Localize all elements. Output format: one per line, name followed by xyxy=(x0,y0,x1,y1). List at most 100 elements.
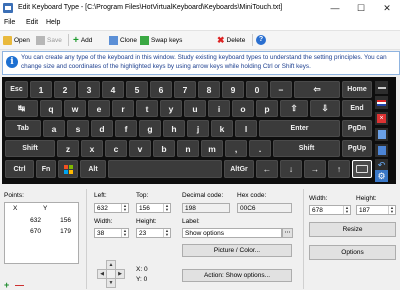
minimize-keyboard-button[interactable] xyxy=(375,81,388,94)
key-u[interactable]: u xyxy=(184,100,206,117)
key-9[interactable]: 9 xyxy=(222,81,244,98)
key-esc[interactable]: Esc xyxy=(5,81,28,98)
width-input[interactable]: 38 ▲ ▼ xyxy=(94,228,129,238)
key-altgr[interactable]: AltGr xyxy=(224,160,254,178)
key-comma[interactable]: , xyxy=(225,140,247,157)
key-pgup[interactable]: PgUp xyxy=(342,140,372,157)
key-c[interactable]: c xyxy=(105,140,127,157)
key-a[interactable]: a xyxy=(43,120,65,137)
spin-arrows-icon[interactable]: ▲ ▼ xyxy=(388,206,395,214)
resize-button[interactable]: Resize xyxy=(309,222,396,237)
add-button[interactable]: + Add xyxy=(73,34,92,46)
key-w[interactable]: w xyxy=(64,100,86,117)
key-minus[interactable]: − xyxy=(270,81,292,98)
left-input[interactable]: 632 ▲ ▼ xyxy=(94,203,129,213)
spin-arrows-icon[interactable]: ▲ ▼ xyxy=(343,206,350,214)
key-show-options[interactable] xyxy=(352,160,372,178)
key-e[interactable]: e xyxy=(88,100,110,117)
key-j[interactable]: j xyxy=(187,120,209,137)
move-right-icon[interactable]: ▶ xyxy=(115,269,125,279)
kbd-width-input[interactable]: 678 ▲ ▼ xyxy=(309,205,351,215)
key-3[interactable]: 3 xyxy=(78,81,100,98)
key-b[interactable]: b xyxy=(153,140,175,157)
minimize-icon[interactable]: — xyxy=(322,0,348,17)
key-s[interactable]: s xyxy=(67,120,89,137)
key-pgdn[interactable]: PgDn xyxy=(342,120,372,137)
key-tab-left[interactable]: ↹ xyxy=(5,100,38,117)
menu-help[interactable]: Help xyxy=(46,19,60,26)
copy-button[interactable] xyxy=(375,128,388,141)
point-y[interactable]: 179 xyxy=(45,228,71,235)
key-shift-left[interactable]: Shift xyxy=(5,140,55,157)
save-button[interactable]: Save xyxy=(36,34,62,46)
key-end[interactable]: End xyxy=(342,100,372,117)
delete-button[interactable]: ✖ Delete xyxy=(217,34,245,46)
key-d[interactable]: d xyxy=(91,120,113,137)
key-y[interactable]: y xyxy=(160,100,182,117)
label-browse-button[interactable]: ⋯ xyxy=(282,228,293,238)
key-5[interactable]: 5 xyxy=(126,81,148,98)
menu-edit[interactable]: Edit xyxy=(26,19,38,26)
open-button[interactable]: Open xyxy=(3,34,30,46)
key-right[interactable]: → xyxy=(304,160,326,178)
picture-color-button[interactable]: Picture / Color... xyxy=(182,244,292,257)
key-r[interactable]: r xyxy=(112,100,134,117)
move-down-icon[interactable]: ▼ xyxy=(106,278,116,288)
key-q[interactable]: q xyxy=(40,100,62,117)
spin-arrows-icon[interactable]: ▲ ▼ xyxy=(163,204,170,212)
key-8[interactable]: 8 xyxy=(198,81,220,98)
key-shift-right[interactable]: Shift xyxy=(273,140,340,157)
top-input[interactable]: 156 ▲ ▼ xyxy=(136,203,171,213)
label-input[interactable]: Show options xyxy=(182,228,282,238)
key-backspace[interactable]: ⇦ xyxy=(294,81,340,98)
point-x[interactable]: 632 xyxy=(15,217,41,224)
key-arrow-up[interactable]: ↑ xyxy=(328,160,350,178)
kbd-height-input[interactable]: 187 ▲ ▼ xyxy=(356,205,396,215)
key-6[interactable]: 6 xyxy=(150,81,172,98)
key-m[interactable]: m xyxy=(201,140,223,157)
key-g[interactable]: g xyxy=(139,120,161,137)
help-button[interactable]: ? xyxy=(256,34,266,46)
points-grid[interactable]: X Y 632 156 670 179 xyxy=(4,202,79,264)
key-z[interactable]: z xyxy=(57,140,79,157)
key-l[interactable]: l xyxy=(235,120,257,137)
spin-arrows-icon[interactable]: ▲ ▼ xyxy=(163,229,170,237)
key-x[interactable]: x xyxy=(81,140,103,157)
height-input[interactable]: 23 ▲ ▼ xyxy=(136,228,171,238)
key-tab[interactable]: Tab xyxy=(5,120,41,137)
spin-arrows-icon[interactable]: ▲ ▼ xyxy=(121,229,128,237)
key-h[interactable]: h xyxy=(163,120,185,137)
key-4[interactable]: 4 xyxy=(102,81,124,98)
key-down[interactable]: ⇩ xyxy=(310,100,340,117)
key-p[interactable]: p xyxy=(256,100,278,117)
key-alt[interactable]: Alt xyxy=(80,160,106,178)
menu-file[interactable]: File xyxy=(4,19,15,26)
close-icon[interactable]: ✕ xyxy=(374,0,400,17)
key-space[interactable] xyxy=(108,160,222,178)
key-1[interactable]: 1 xyxy=(30,81,52,98)
clone-button[interactable]: Clone xyxy=(109,34,137,46)
keyboard-canvas[interactable]: Esc 1 2 3 4 5 6 7 8 9 0 − ⇦ Home ↹ q w e… xyxy=(2,77,396,184)
key-o[interactable]: o xyxy=(232,100,254,117)
point-x[interactable]: 670 xyxy=(15,228,41,235)
key-period[interactable]: . xyxy=(249,140,271,157)
key-home[interactable]: Home xyxy=(342,81,372,98)
point-y[interactable]: 156 xyxy=(45,217,71,224)
spin-arrows-icon[interactable]: ▲ ▼ xyxy=(121,204,128,212)
key-ctrl[interactable]: Ctrl xyxy=(5,160,34,178)
paste-button[interactable] xyxy=(375,144,388,157)
settings-button[interactable]: ⚙ xyxy=(375,170,388,182)
key-left[interactable]: ← xyxy=(256,160,278,178)
key-up[interactable]: ⇧ xyxy=(280,100,308,117)
key-f[interactable]: f xyxy=(115,120,137,137)
key-t[interactable]: t xyxy=(136,100,158,117)
key-7[interactable]: 7 xyxy=(174,81,196,98)
swap-keys-button[interactable]: Swap keys xyxy=(140,34,182,46)
key-arrow-down[interactable]: ↓ xyxy=(280,160,302,178)
key-0[interactable]: 0 xyxy=(246,81,268,98)
language-button[interactable] xyxy=(375,96,388,109)
maximize-icon[interactable]: ☐ xyxy=(348,0,374,17)
key-2[interactable]: 2 xyxy=(54,81,76,98)
options-button[interactable]: Options xyxy=(309,245,396,260)
key-enter[interactable]: Enter xyxy=(259,120,340,137)
